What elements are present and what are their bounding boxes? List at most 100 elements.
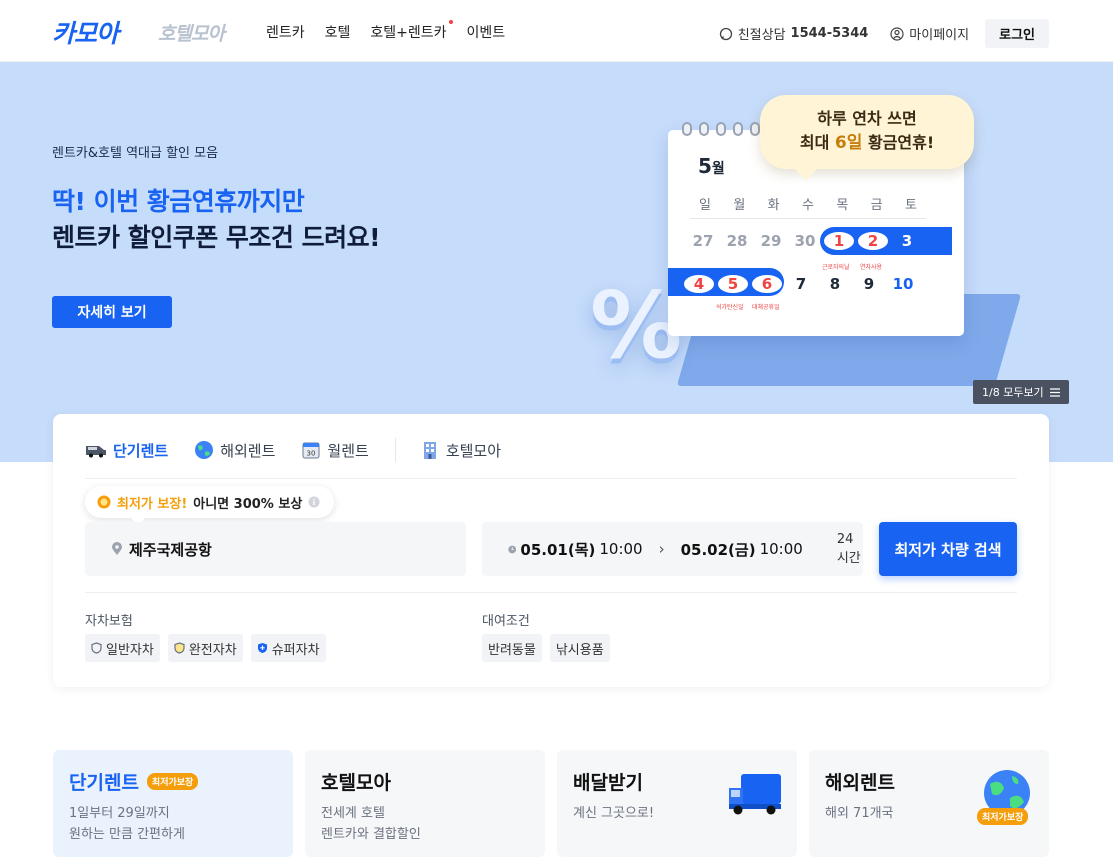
tab-label: 월렌트 [327,441,369,460]
chip-full-insurance[interactable]: 완전자차 [167,634,243,662]
end-date: 05.02(금) [680,540,756,559]
tab-short-rent[interactable]: 단기렌트 [85,440,168,461]
tab-underline [85,478,1017,479]
start-date: 05.01(목) [520,540,596,559]
hero-banner[interactable]: 렌트카&호텔 역대급 할인 모음 딱! 이번 황금연휴까지만 렌트카 할인쿠폰 … [0,62,1113,462]
day-holiday: 6 [752,275,782,293]
ring-icon [750,122,760,136]
day: 7 [795,275,807,293]
rental-condition-chips: 반려동물 낚시용품 [482,634,610,662]
date-field[interactable]: 05.01(목) 10:00 › 05.02(금) 10:00 24시간 [482,522,863,576]
promo-bubble: 하루 연차 쓰면 최대 6일 황금연휴! [760,95,974,181]
bubble-line1: 하루 연차 쓰면 [817,109,917,128]
chip-pet[interactable]: 반려동물 [482,634,542,662]
mypage-label: 마이페이지 [909,28,970,43]
guarantee-highlight: 최저가 보장! [117,496,188,512]
kamoa-logo[interactable]: 카모아 [52,14,119,50]
start-time: 10:00 [599,540,643,558]
calendar-note: 근로자의날 [822,264,850,271]
service-card-overseas-rent[interactable]: 해외렌트 해외 71개국 최저가보장 [809,750,1049,857]
search-tabs: 단기렌트 해외렌트 30 월렌트 호텔모아 [85,438,527,462]
tab-overseas-rent[interactable]: 해외렌트 [194,440,275,461]
chip-label: 슈퍼자차 [271,642,320,658]
day: 10 [892,275,914,293]
service-card-delivery[interactable]: 배달받기 계신 그곳으로! [557,750,797,857]
chip-label: 완전자차 [188,642,237,658]
header-right: 친절상담 1544-5344 마이페이지 로그인 [719,19,1049,48]
hotelmoa-logo[interactable]: 호텔모아 [158,19,225,46]
weekday: 토 [904,198,917,213]
weekday: 화 [767,198,780,213]
guarantee-badge: 최저가 보장! 아니면 300% 보상 [85,486,335,526]
hero-title-line1: 딱! 이번 황금연휴까지만 [52,187,305,216]
nav-rentcar[interactable]: 렌트카 [266,22,305,42]
calendar-week-1: 27 28 29 30 1 2 3 [688,232,922,250]
tab-label: 해외렌트 [220,441,276,460]
login-button[interactable]: 로그인 [985,19,1049,48]
insurance-label: 자차보험 [85,614,133,629]
calendar-icon: 30 [302,442,320,459]
detail-button[interactable]: 자세히 보기 [52,296,172,328]
info-icon[interactable] [308,496,320,508]
banner-pager[interactable]: 1/8 모두보기 [973,380,1069,404]
mypage-link[interactable]: 마이페이지 [890,24,969,43]
weekday: 수 [802,198,814,213]
consult-link[interactable]: 친절상담 1544-5344 [719,24,869,43]
top-header: 카모아 호텔모아 렌트카 호텔 호텔+렌트카 이벤트 친절상담 1544-534… [0,0,1113,62]
tab-monthly-rent[interactable]: 30 월렌트 [301,440,369,461]
day-holiday: 2 [858,232,888,250]
tab-hotelmoa[interactable]: 호텔모아 [420,440,501,461]
search-button[interactable]: 최저가 차량 검색 [879,522,1017,576]
chip-basic-insurance[interactable]: 일반자차 [85,634,160,662]
main-nav: 렌트카 호텔 호텔+렌트카 이벤트 [266,20,506,42]
rental-condition-label: 대여조건 [482,614,530,629]
nav-hotel-rentcar-label: 호텔+렌트카 [370,25,447,41]
service-title-text: 단기렌트 [69,772,139,794]
hero-title-line2: 렌트카 할인쿠폰 무조건 드려요! [52,223,381,252]
month-number: 5 [698,154,712,178]
service-title: 단기렌트 최저가보장 [69,768,277,795]
chip-fishing[interactable]: 낚시용품 [549,634,610,662]
options-divider [85,592,1017,593]
service-card-short-rent[interactable]: 단기렌트 최저가보장 1일부터 29일까지 원하는 만큼 간편하게 [53,750,293,857]
weekday: 월 [733,198,746,213]
day: 29 [760,232,782,250]
globe-illustration: 최저가보장 [977,768,1035,825]
calendar-rings [682,122,760,136]
nav-hotel-rentcar[interactable]: 호텔+렌트카 [370,20,453,42]
shield-icon [91,642,102,654]
location-field[interactable]: 제주국제공항 [85,522,466,576]
ring-icon [699,122,709,136]
truck-icon [729,774,781,815]
nav-event[interactable]: 이벤트 [467,22,506,42]
calendar-week-2: 4 5 6 7 8 9 10 [684,275,918,293]
nav-hotel[interactable]: 호텔 [325,22,351,42]
day: 3 [901,232,913,250]
service-title: 호텔모아 [321,772,391,794]
svg-text:30: 30 [307,450,316,458]
ring-icon [716,122,726,136]
day: 30 [794,232,816,250]
day: 8 [829,275,841,293]
service-desc-line: 1일부터 29일까지 [69,806,170,821]
day-holiday: 1 [824,232,854,250]
service-desc-line: 원하는 만큼 간편하게 [69,827,185,842]
duration: 24시간 [836,532,861,566]
van-icon [86,446,106,458]
day: 9 [863,275,875,293]
calendar-month: 5월 [698,154,725,178]
chat-icon [719,27,732,40]
chip-label: 일반자차 [106,642,154,658]
service-desc: 전세계 호텔 렌트카와 결합할인 [321,803,529,845]
consult-phone: 1544-5344 [790,26,869,41]
calendar-weekdays: 일 월 화 수 목 금 토 [690,194,926,219]
service-card-hotelmoa[interactable]: 호텔모아 전세계 호텔 렌트카와 결합할인 [305,750,545,857]
end-time: 10:00 [759,540,803,558]
service-desc: 1일부터 29일까지 원하는 만큼 간편하게 [69,803,277,845]
shield-plus-icon [257,643,267,653]
lowest-price-tag: 최저가보장 [977,808,1029,825]
weekday: 금 [870,198,883,213]
weekday: 일 [699,198,711,213]
service-desc-line: 전세계 호텔 [321,806,385,821]
chip-super-insurance[interactable]: 슈퍼자차 [250,634,326,662]
